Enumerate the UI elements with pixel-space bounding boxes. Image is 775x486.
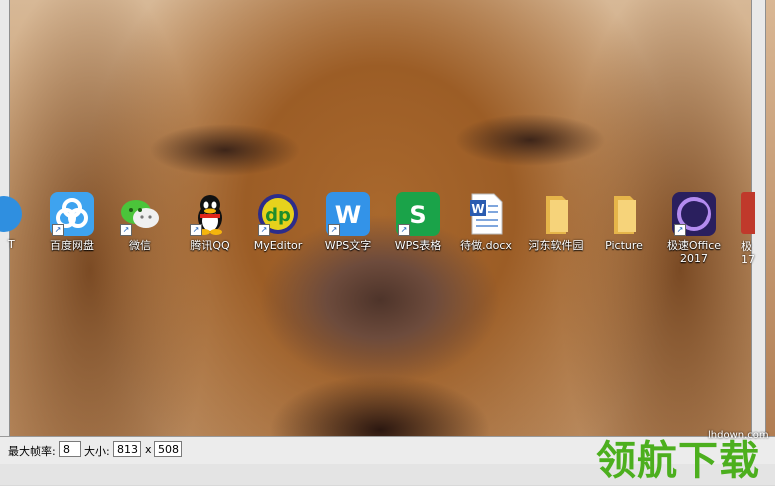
icon-label: 待做.docx — [460, 239, 512, 252]
desktop-icon-docx[interactable]: W 待做.docx — [452, 192, 520, 252]
desktop-icon-wps-writer[interactable]: W ↗ WPS文字 — [314, 192, 382, 252]
svg-text:W: W — [471, 202, 484, 216]
folder-icon — [534, 192, 578, 236]
width-field[interactable]: 813 — [113, 441, 141, 457]
partial-label-line1: 极 — [741, 240, 752, 253]
max-fps-label: 最大帧率: — [8, 445, 56, 458]
baidu-netdisk-icon: ↗ — [50, 192, 94, 236]
desktop-icon-wps-spreadsheet[interactable]: S ↗ WPS表格 — [384, 192, 452, 252]
wechat-icon: ↗ — [118, 192, 162, 236]
icon-label: 极速Office — [666, 239, 722, 252]
svg-text:dp: dp — [265, 205, 291, 226]
icon-label: Picture — [605, 239, 643, 252]
icon-label: 河东软件园 — [528, 239, 584, 252]
icon-label: WPS表格 — [394, 239, 442, 252]
icon-label: 百度网盘 — [50, 239, 94, 252]
svg-text:S: S — [409, 201, 426, 229]
jisu-office-icon: ↗ — [672, 192, 716, 236]
shortcut-arrow-icon: ↗ — [258, 224, 270, 236]
partial-desktop-icon-right[interactable] — [741, 192, 755, 234]
wps-spreadsheet-icon: S ↗ — [396, 192, 440, 236]
icon-label-line2: 2017 — [680, 252, 708, 265]
desktop-icon-folder-picture[interactable]: Picture — [590, 192, 658, 252]
icon-label: MyEditor — [253, 239, 303, 252]
myeditor-icon: dp ↗ — [256, 192, 300, 236]
partial-app-icon — [0, 196, 22, 232]
qq-icon: ↗ — [188, 192, 232, 236]
wps-writer-icon: W ↗ — [326, 192, 370, 236]
desktop-icon-jisu-office[interactable]: ↗ 极速Office 2017 — [660, 192, 728, 265]
icon-label: 微信 — [129, 239, 151, 252]
desktop-icon-folder-hedong[interactable]: 河东软件园 — [522, 192, 590, 252]
times-label: x — [145, 443, 152, 456]
capture-window: T ↗ 百度网盘 ↗ 微信 ↗ 腾讯QQ dp ↗ MyEditor W ↗ W… — [0, 0, 775, 485]
partial-icon-label-left: T — [8, 238, 15, 251]
icon-label: 腾讯QQ — [190, 239, 230, 252]
watermark-domain: lhdown.com — [708, 430, 769, 441]
desktop-icon-myeditor[interactable]: dp ↗ MyEditor — [244, 192, 312, 252]
icon-label: WPS文字 — [324, 239, 372, 252]
shortcut-arrow-icon: ↗ — [674, 224, 686, 236]
size-label: 大小: — [84, 445, 110, 458]
shortcut-arrow-icon: ↗ — [398, 224, 410, 236]
desktop-icon-qq[interactable]: ↗ 腾讯QQ — [176, 192, 244, 252]
max-fps-field[interactable]: 8 — [59, 441, 81, 457]
word-document-icon: W — [464, 192, 508, 236]
desktop-icon-wechat[interactable]: ↗ 微信 — [106, 192, 174, 252]
height-field[interactable]: 508 — [154, 441, 182, 457]
shortcut-arrow-icon: ↗ — [52, 224, 64, 236]
shortcut-arrow-icon: ↗ — [328, 224, 340, 236]
folder-icon — [602, 192, 646, 236]
shortcut-arrow-icon: ↗ — [190, 224, 202, 236]
shortcut-arrow-icon: ↗ — [120, 224, 132, 236]
partial-icon-label-right: 极 17 — [741, 240, 763, 266]
partial-label-line2: 17 — [741, 253, 755, 266]
desktop-icon-baidu-netdisk[interactable]: ↗ 百度网盘 — [38, 192, 106, 252]
partial-desktop-icon-left[interactable]: T — [0, 194, 24, 251]
